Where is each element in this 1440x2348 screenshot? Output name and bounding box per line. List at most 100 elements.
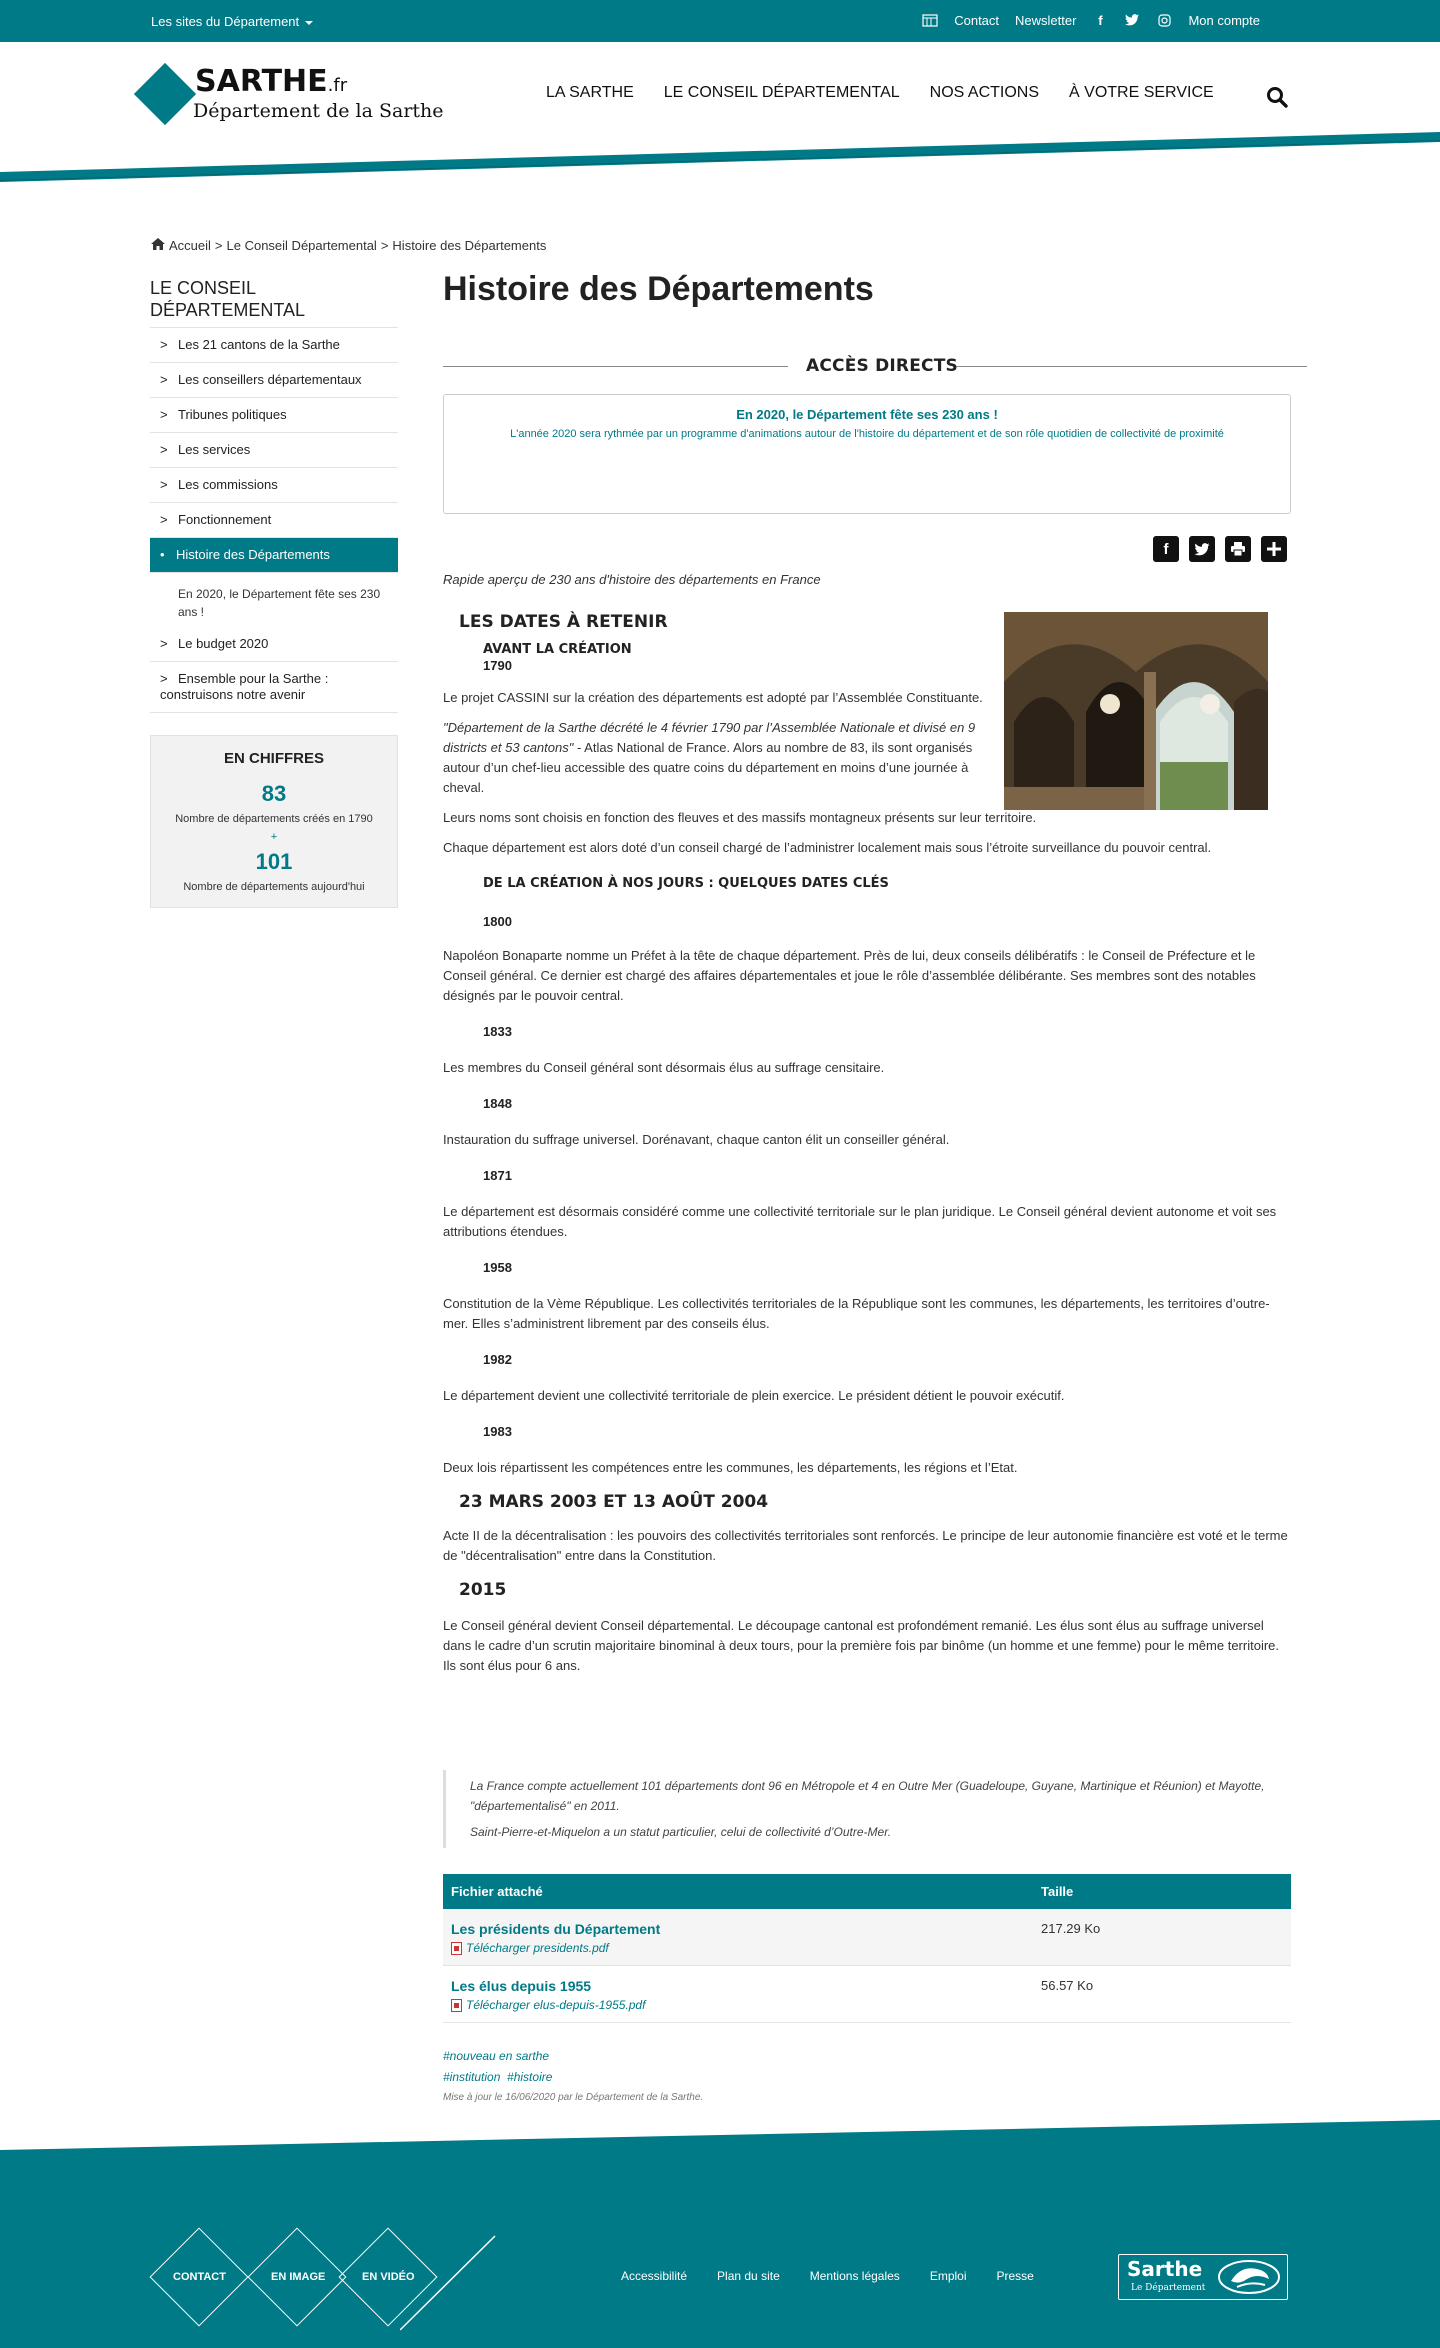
footer-en-image[interactable]: EN IMAGE bbox=[271, 2271, 325, 2283]
file-download-link[interactable]: Télécharger elus-depuis-1955.pdf bbox=[451, 1998, 1025, 2012]
timeline-text: Deux lois répartissent les compétences e… bbox=[443, 1460, 1018, 1475]
heading-2003-2004: 23 MARS 2003 ET 13 AOÛT 2004 bbox=[459, 1492, 769, 1512]
newsletter-link[interactable]: Newsletter bbox=[1015, 13, 1076, 28]
tag-link[interactable]: #histoire bbox=[507, 2070, 552, 2084]
footer-logo[interactable]: Sarthe Le Département bbox=[1118, 2254, 1288, 2300]
footer-link-plan-du-site[interactable]: Plan du site bbox=[717, 2269, 780, 2283]
logo-diamond bbox=[133, 62, 197, 126]
year-heading: 1982 bbox=[483, 1352, 512, 1367]
sidebar-subitem-230-ans[interactable]: En 2020, le Département fête ses 230 ans… bbox=[150, 573, 398, 627]
file-name-link[interactable]: Les présidents du Département bbox=[451, 1921, 1025, 1937]
paragraph-2015: Le Conseil général devient Conseil dépar… bbox=[443, 1618, 1279, 1673]
acces-directs: ACCÈS DIRECTS bbox=[443, 356, 1307, 376]
search-icon[interactable] bbox=[1266, 86, 1288, 108]
info-quote: La France compte actuellement 101 départ… bbox=[443, 1770, 1291, 1848]
file-size: 56.57 Ko bbox=[1033, 1965, 1291, 2023]
breadcrumb-home[interactable]: Accueil bbox=[169, 238, 211, 253]
creation-heading: DE LA CRÉATION À NOS JOURS : QUELQUES DA… bbox=[483, 876, 889, 891]
sidebar-item-cantons[interactable]: > Les 21 cantons de la Sarthe bbox=[150, 328, 398, 363]
contact-link[interactable]: Contact bbox=[954, 13, 999, 28]
nav-conseil-departemental[interactable]: LE CONSEIL DÉPARTEMENTAL bbox=[664, 84, 900, 102]
footer-links: Accessibilité Plan du site Mentions léga… bbox=[621, 2269, 1034, 2283]
timeline-text: Constitution de la Vème République. Les … bbox=[443, 1296, 1270, 1331]
site-footer bbox=[0, 2120, 1440, 2348]
file-size: 217.29 Ko bbox=[1033, 1909, 1291, 1966]
sidebar-item-budget[interactable]: > Le budget 2020 bbox=[150, 627, 398, 662]
top-bar: Les sites du Département Contact Newslet… bbox=[0, 0, 1440, 42]
col-header-file: Fichier attaché bbox=[443, 1874, 1033, 1909]
tag-link[interactable]: #nouveau en sarthe bbox=[443, 2049, 549, 2063]
twitter-icon[interactable] bbox=[1124, 12, 1140, 28]
instagram-icon[interactable] bbox=[1156, 12, 1172, 28]
main-content: Histoire des Départements ACCÈS DIRECTS … bbox=[443, 270, 1307, 2103]
breadcrumb-separator: > bbox=[380, 238, 389, 253]
print-icon[interactable] bbox=[1225, 536, 1251, 562]
breadcrumb-conseil[interactable]: Le Conseil Départemental bbox=[227, 238, 377, 253]
sites-dropdown[interactable]: Les sites du Département bbox=[151, 14, 314, 29]
footer-link-mentions-legales[interactable]: Mentions légales bbox=[810, 2269, 900, 2283]
sidebar-item-ensemble[interactable]: > Ensemble pour la Sarthe : construisons … bbox=[150, 662, 398, 713]
sites-dropdown-label: Les sites du Département bbox=[151, 14, 300, 29]
share-buttons: f bbox=[1153, 536, 1287, 562]
header-stripe bbox=[0, 132, 1440, 182]
footer-decor-line bbox=[400, 2235, 496, 2331]
timeline-text: Le département est désormais considéré c… bbox=[443, 1204, 1277, 1239]
table-row: Les élus depuis 1955 Télécharger elus-de… bbox=[443, 1965, 1291, 2023]
divider bbox=[443, 366, 788, 367]
year-heading: 1983 bbox=[483, 1424, 512, 1439]
sidebar: LE CONSEIL DÉPARTEMENTAL > Les 21 cantons… bbox=[150, 277, 398, 908]
more-share-icon[interactable] bbox=[1261, 536, 1287, 562]
attached-files-table: Fichier attaché Taille Les présidents du… bbox=[443, 1874, 1291, 2023]
breadcrumb-separator: > bbox=[214, 238, 223, 253]
nav-a-votre-service[interactable]: À VOTRE SERVICE bbox=[1069, 84, 1214, 102]
year-heading: 1871 bbox=[483, 1168, 512, 1183]
file-name-link[interactable]: Les élus depuis 1955 bbox=[451, 1978, 1025, 1994]
divider bbox=[956, 366, 1307, 367]
twitter-share-icon[interactable] bbox=[1189, 536, 1215, 562]
pdf-icon bbox=[451, 1941, 462, 1955]
nav-la-sarthe[interactable]: LA SARTHE bbox=[546, 84, 634, 102]
sidebar-item-conseillers[interactable]: > Les conseillers départementaux bbox=[150, 363, 398, 398]
figures-box: EN CHIFFRES 83 Nombre de départements cr… bbox=[150, 735, 398, 908]
callout-title[interactable]: En 2020, le Département fête ses 230 ans… bbox=[444, 407, 1290, 422]
sidebar-item-tribunes[interactable]: > Tribunes politiques bbox=[150, 398, 398, 433]
facebook-icon[interactable]: f bbox=[1092, 12, 1108, 28]
breadcrumb-current: Histoire des Départements bbox=[392, 238, 547, 253]
col-header-size: Taille bbox=[1033, 1874, 1291, 1909]
footer-link-presse[interactable]: Presse bbox=[997, 2269, 1034, 2283]
account-link[interactable]: Mon compte bbox=[1188, 13, 1260, 28]
year-heading: 1833 bbox=[483, 1024, 512, 1039]
paragraph-noms: Leurs noms sont choisis en fonction des … bbox=[443, 810, 1037, 825]
page-title: Histoire des Départements bbox=[443, 270, 874, 308]
facebook-share-icon[interactable]: f bbox=[1153, 536, 1179, 562]
site-header: SARTHE.fr Département de la Sarthe LA SA… bbox=[0, 42, 1440, 212]
home-icon[interactable] bbox=[151, 238, 165, 253]
tag-link[interactable]: #institution bbox=[443, 2070, 500, 2084]
article-body: LES DATES À RETENIR AVANT LA CRÉATION 17… bbox=[443, 610, 1291, 1676]
paragraph-cassini: Le projet CASSINI sur la création des dé… bbox=[443, 690, 983, 705]
year-heading: 1958 bbox=[483, 1260, 512, 1275]
paragraph-2003: Acte II de la décentralisation : les pou… bbox=[443, 1528, 1288, 1563]
caret-down-icon bbox=[305, 20, 314, 25]
heading-2015: 2015 bbox=[459, 1580, 507, 1600]
paragraph-conseil: Chaque département est alors doté d’un c… bbox=[443, 840, 1212, 855]
nav-nos-actions[interactable]: NOS ACTIONS bbox=[930, 84, 1039, 102]
footer-contact[interactable]: CONTACT bbox=[173, 2271, 226, 2283]
sidebar-item-services[interactable]: > Les services bbox=[150, 433, 398, 468]
sidebar-item-fonctionnement[interactable]: > Fonctionnement bbox=[150, 503, 398, 538]
logo-subtitle: Département de la Sarthe bbox=[193, 100, 444, 122]
file-download-link[interactable]: Télécharger presidents.pdf bbox=[451, 1941, 1025, 1955]
table-row: Les présidents du Département Télécharge… bbox=[443, 1909, 1291, 1966]
figure-101-label: Nombre de départements aujourd'hui bbox=[183, 881, 365, 893]
timeline-text: Instauration du suffrage universel. Doré… bbox=[443, 1132, 950, 1147]
footer-link-emploi[interactable]: Emploi bbox=[930, 2269, 967, 2283]
footer-link-accessibilite[interactable]: Accessibilité bbox=[621, 2269, 687, 2283]
footer-logo-name: Sarthe bbox=[1127, 2257, 1203, 2281]
acces-callout[interactable]: En 2020, le Département fête ses 230 ans… bbox=[443, 394, 1291, 514]
figures-plus: + bbox=[270, 831, 278, 843]
sidebar-item-commissions[interactable]: > Les commissions bbox=[150, 468, 398, 503]
calendar-icon[interactable] bbox=[922, 12, 938, 28]
cloister-photo bbox=[1004, 612, 1268, 810]
sidebar-item-histoire[interactable]: • Histoire des Départements bbox=[150, 538, 398, 573]
figure-83-label: Nombre de départements créés en 1790 bbox=[175, 813, 373, 825]
